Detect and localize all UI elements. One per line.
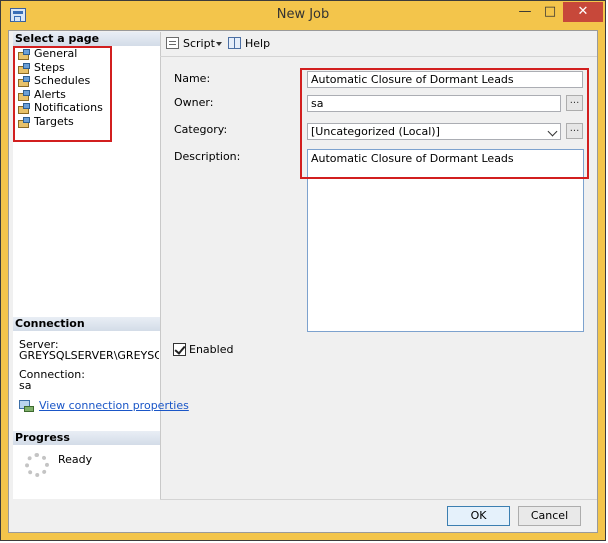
cancel-button[interactable]: Cancel	[518, 506, 581, 526]
owner-label: Owner:	[174, 96, 214, 109]
chevron-down-icon[interactable]	[216, 42, 222, 46]
server-value: GREYSQLSERVER\GREYSQL20	[19, 350, 159, 361]
select-page-header: Select a page	[13, 32, 160, 46]
script-button[interactable]: Script	[166, 35, 226, 53]
connection-header: Connection	[13, 317, 160, 331]
enabled-checkbox[interactable]	[173, 343, 186, 356]
help-icon	[228, 37, 241, 49]
left-panel: Select a page General Steps Schedules Al…	[13, 32, 189, 499]
script-label: Script	[183, 37, 215, 50]
title-bar[interactable]: New Job — □ ✕	[1, 1, 605, 29]
close-button[interactable]: ✕	[563, 2, 603, 22]
connection-value: sa	[19, 380, 32, 391]
toolbar: Script Help	[164, 35, 584, 55]
server-label: Server:	[19, 339, 59, 350]
description-label: Description:	[174, 150, 241, 163]
name-label: Name:	[174, 72, 211, 85]
enabled-label[interactable]: Enabled	[189, 343, 233, 356]
connection-label: Connection:	[19, 369, 85, 380]
ok-button[interactable]: OK	[447, 506, 510, 526]
progress-spinner-icon	[25, 453, 49, 477]
minimize-button[interactable]: —	[512, 2, 538, 22]
connection-properties-icon	[19, 400, 34, 412]
help-label: Help	[245, 37, 271, 50]
script-icon	[166, 37, 179, 49]
form-highlight-box	[300, 68, 589, 179]
progress-status: Ready	[58, 453, 93, 466]
pages-highlight-box	[13, 46, 112, 142]
progress-header: Progress	[13, 431, 160, 445]
category-label: Category:	[174, 123, 228, 136]
view-connection-properties-link[interactable]: View connection properties	[39, 399, 189, 413]
connection-info: Server: GREYSQLSERVER\GREYSQL20 Connecti…	[19, 339, 159, 391]
help-button[interactable]: Help	[228, 35, 271, 53]
toolbar-divider	[160, 56, 597, 57]
maximize-button[interactable]: □	[537, 2, 563, 22]
bottom-divider	[160, 499, 597, 500]
dialog-client-area: Select a page General Steps Schedules Al…	[8, 30, 598, 533]
